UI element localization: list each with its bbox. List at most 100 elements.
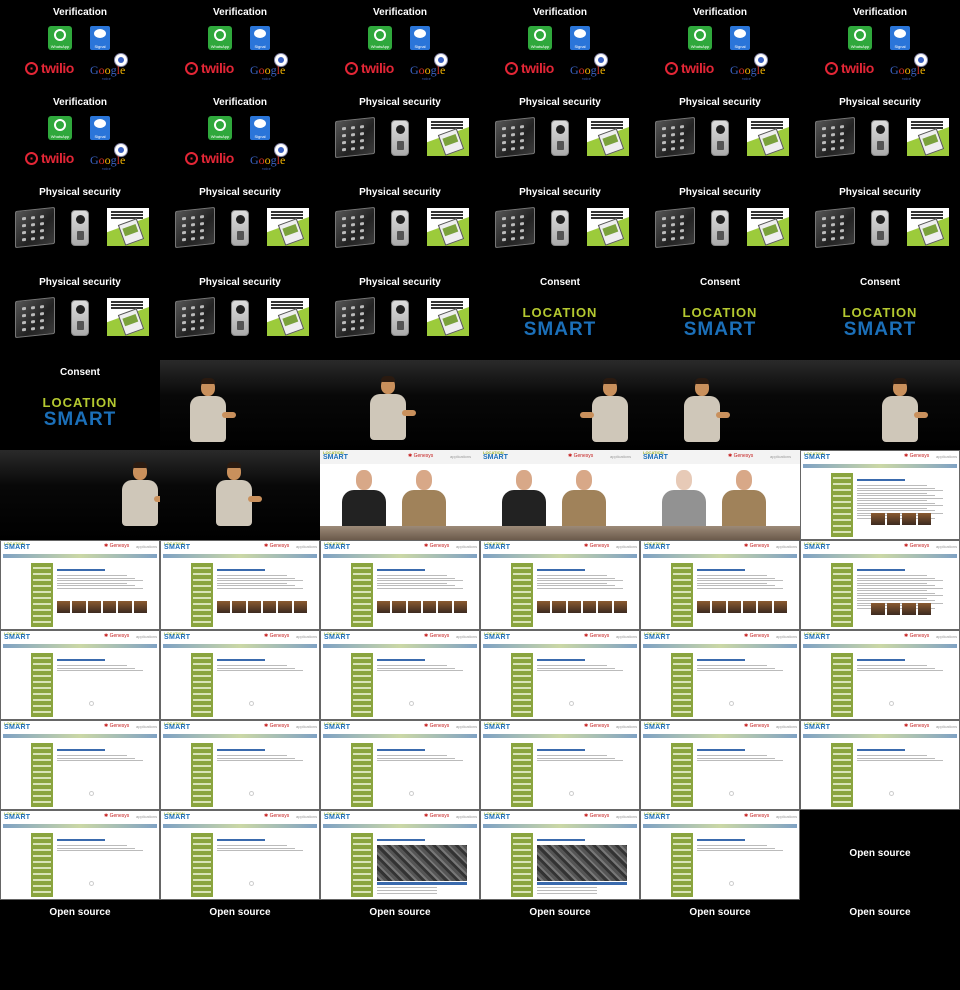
thumbnail-tile[interactable]: Open source — [640, 900, 800, 990]
thumbnail-tile[interactable]: LOCATION SMART ✱ Genesys applications — [640, 450, 800, 540]
thumbnail-tile[interactable]: Physical security — [800, 90, 960, 180]
location-word: LOCATION — [484, 811, 505, 816]
thumbnail-tile[interactable]: LOCATION SMART ✱ Genesys applications — [800, 450, 960, 540]
thumbnail-tile[interactable]: Verification WhatsApp Signal twilio Google vo… — [480, 0, 640, 90]
thumbnail-tile[interactable]: LOCATION SMART ✱ Genesys applications — [320, 720, 480, 810]
door-camera-icon — [391, 300, 409, 336]
thumbnail-tile[interactable]: LOCATION SMART ✱ Genesys applications — [160, 720, 320, 810]
thumbnail-tile[interactable]: Consent LOCATION SMART — [800, 270, 960, 360]
speaker-figure — [120, 462, 160, 540]
thumbnail-tile[interactable]: LOCATION SMART ✱ Genesys applications — [480, 720, 640, 810]
thumbnail-tile[interactable]: Verification WhatsApp Signal twilio Google vo… — [640, 0, 800, 90]
verification-logos: WhatsApp Signal twilio Google voice — [160, 115, 320, 175]
site-headline — [377, 569, 425, 571]
thumbnail-tile[interactable] — [320, 360, 480, 450]
loading-icon — [569, 791, 574, 796]
call-button-shape — [237, 321, 244, 330]
thumbnail-tile[interactable]: LOCATION SMART ✱ Genesys applications — [320, 540, 480, 630]
thumbnail-tile[interactable] — [160, 360, 320, 450]
thumbnail-tile[interactable]: LOCATION SMART ✱ Genesys applications — [0, 810, 160, 900]
site-headline — [537, 569, 585, 571]
thumbnail-tile[interactable]: Physical security — [160, 180, 320, 270]
arm-shape — [580, 412, 594, 418]
thumbnail-tile[interactable]: LOCATION SMART ✱ Genesys applications — [480, 630, 640, 720]
thumbnail-tile[interactable]: Verification WhatsApp Signal twilio Google vo… — [320, 0, 480, 90]
thumbnail-tile[interactable]: Physical security — [320, 90, 480, 180]
thumbnail-tile[interactable]: Consent LOCATION SMART — [0, 360, 160, 450]
thumbnail-tile[interactable]: Verification WhatsApp Signal twilio Google vo… — [160, 0, 320, 90]
thumbnail-tile[interactable] — [0, 450, 160, 540]
thumbnail-tile[interactable]: Physical security — [480, 180, 640, 270]
genesys-sub: applications — [770, 454, 792, 459]
keypad-icon — [815, 116, 855, 159]
thumbnail-tile[interactable]: Open source — [480, 900, 640, 990]
phone-icon — [914, 53, 928, 67]
thumbnail-tile[interactable]: LOCATION SMART ✱ Genesys applications — [160, 810, 320, 900]
location-word: LOCATION — [42, 395, 118, 410]
thumbnail-tile[interactable]: Open source — [800, 900, 960, 990]
google-voice-sub: voice — [422, 76, 431, 81]
thumbnail-tile[interactable]: LOCATION SMART ✱ Genesys applications — [160, 540, 320, 630]
thumbnail-tile[interactable]: Consent LOCATION SMART — [480, 270, 640, 360]
thumbnail-tile[interactable]: Open source — [0, 900, 160, 990]
thumbnail-tile[interactable]: Physical security — [320, 270, 480, 360]
thumbnail-tile[interactable]: Physical security — [640, 180, 800, 270]
genesys-logo: ✱ Genesys — [744, 543, 770, 549]
genesys-sub: applications — [450, 454, 472, 459]
thumbnail-tile[interactable]: LOCATION SMART ✱ Genesys applications — [160, 630, 320, 720]
thumbnail-tile[interactable]: Physical security — [320, 180, 480, 270]
thumbnail-tile[interactable]: LOCATION SMART ✱ Genesys applications — [480, 810, 640, 900]
thumbnail-tile[interactable]: LOCATION SMART ✱ Genesys applications — [480, 540, 640, 630]
text-line — [697, 847, 775, 849]
thumbnail-tile[interactable]: LOCATION SMART ✱ Genesys applications — [800, 720, 960, 810]
thumbnail-tile[interactable]: Verification WhatsApp Signal twilio Google vo… — [160, 90, 320, 180]
thumbnail-tile[interactable]: Physical security — [640, 90, 800, 180]
loading-icon — [89, 701, 94, 706]
thumbnail-tile[interactable]: Physical security — [0, 270, 160, 360]
site-header: LOCATION SMART ✱ Genesys applications — [161, 541, 319, 553]
head-shape — [381, 376, 395, 394]
head-shape — [227, 462, 241, 480]
tile-title: Consent — [860, 277, 900, 288]
thumbnail-tile[interactable]: Physical security — [160, 270, 320, 360]
thumbnail-tile[interactable]: LOCATION SMART ✱ Genesys applications — [640, 810, 800, 900]
text-line — [377, 585, 455, 586]
thumbnail-tile[interactable] — [480, 360, 640, 450]
location-smart-logo: LOCATION SMART — [483, 450, 508, 461]
thumbnail-tile[interactable]: Consent LOCATION SMART — [640, 270, 800, 360]
thumbnail-tile[interactable]: Verification WhatsApp Signal twilio Google vo… — [800, 0, 960, 90]
thumbnail-tile[interactable]: LOCATION SMART ✱ Genesys applications — [0, 630, 160, 720]
thumbnail-tile[interactable] — [160, 450, 320, 540]
tile-title: Verification — [373, 7, 427, 18]
thumbnail-tile[interactable] — [800, 360, 960, 450]
thumbnail-tile[interactable]: LOCATION SMART ✱ Genesys applications — [320, 810, 480, 900]
signal-icon: Signal — [250, 116, 270, 140]
thumbnail-tile[interactable]: Open source — [320, 900, 480, 990]
thumbnail-tile[interactable]: LOCATION SMART ✱ Genesys applications — [0, 720, 160, 810]
text-line — [857, 755, 927, 756]
signal-label: Signal — [574, 44, 586, 49]
thumbnail-tile[interactable] — [640, 360, 800, 450]
thumbnail-tile[interactable]: LOCATION SMART ✱ Genesys applications — [640, 720, 800, 810]
thumbnail-tile[interactable]: Open source — [800, 810, 960, 900]
thumbnail-tile[interactable]: LOCATION SMART ✱ Genesys applications — [640, 540, 800, 630]
thumbnail-tile[interactable]: Physical security — [0, 180, 160, 270]
thumbnail-tile[interactable]: Physical security — [800, 180, 960, 270]
thumbnail-tile[interactable]: Physical security — [480, 90, 640, 180]
thumbnail-tile[interactable]: LOCATION SMART ✱ Genesys applications — [320, 450, 480, 540]
phone-icon — [434, 53, 448, 67]
thumbnail-tile[interactable]: LOCATION SMART ✱ Genesys applications — [640, 630, 800, 720]
thumbnail-tile[interactable]: Verification WhatsApp Signal twilio Google vo… — [0, 0, 160, 90]
thumbnail-tile[interactable]: LOCATION SMART ✱ Genesys applications — [480, 450, 640, 540]
thumbnail-tile[interactable]: Open source — [160, 900, 320, 990]
location-smart-logo: LOCATION SMART — [800, 306, 960, 339]
twilio-wordmark: twilio — [201, 60, 234, 76]
thumbnail-tile[interactable]: LOCATION SMART ✱ Genesys applications — [0, 540, 160, 630]
site-headline — [537, 749, 585, 751]
thumbnail-tile[interactable]: LOCATION SMART ✱ Genesys applications — [800, 540, 960, 630]
text-line — [537, 890, 597, 891]
thumbnail-tile[interactable]: LOCATION SMART ✱ Genesys applications — [800, 630, 960, 720]
thumbnail-tile[interactable]: Verification WhatsApp Signal twilio Google vo… — [0, 90, 160, 180]
thumbnail-tile[interactable]: LOCATION SMART ✱ Genesys applications — [320, 630, 480, 720]
text-line — [697, 760, 783, 761]
